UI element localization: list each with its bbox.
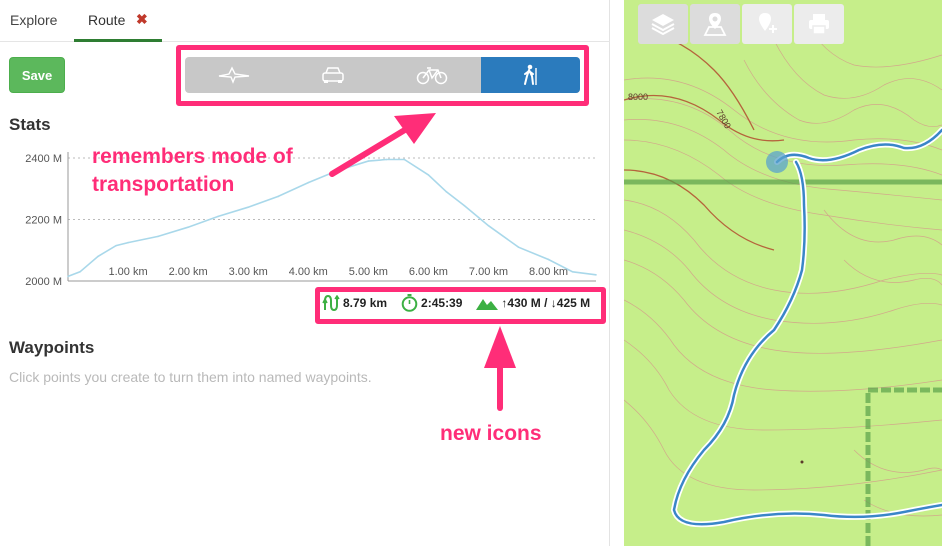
x-tick-label: 6.00 km — [409, 266, 448, 278]
y-tick-label: 2400 M — [25, 153, 62, 165]
elevation-point — [595, 274, 597, 276]
map-pin-icon — [703, 13, 727, 36]
icons-annotation-box — [315, 287, 606, 324]
elevation-point — [547, 258, 550, 261]
y-tick-label: 2200 M — [25, 215, 62, 227]
layers-button[interactable] — [638, 4, 688, 44]
add-waypoint-button[interactable] — [742, 4, 792, 44]
x-tick-label: 2.00 km — [169, 266, 208, 278]
x-tick-label: 5.00 km — [349, 266, 388, 278]
stats-heading: Stats — [9, 115, 51, 134]
current-location-marker[interactable] — [766, 151, 788, 173]
x-tick-label: 1.00 km — [108, 266, 147, 278]
map-view[interactable]: 8000 7800 — [624, 0, 942, 546]
close-icon[interactable]: ✖ — [136, 11, 148, 28]
elevation-point — [427, 174, 430, 176]
elevation-point — [571, 270, 574, 273]
x-tick-label: 7.00 km — [469, 266, 508, 278]
layers-icon — [651, 14, 675, 36]
elevation-point — [385, 158, 388, 161]
waypoints-description: Click points you create to turn them int… — [9, 369, 372, 385]
y-tick-label: 2000 M — [25, 276, 62, 288]
elevation-point — [115, 244, 117, 247]
elevation-point — [67, 275, 69, 278]
elevation-point — [247, 206, 250, 208]
x-tick-label: 4.00 km — [289, 266, 328, 278]
save-button[interactable]: Save — [9, 57, 65, 93]
waypoints-heading: Waypoints — [9, 338, 95, 357]
map-toolbar — [638, 4, 844, 44]
print-icon — [809, 14, 829, 35]
route-pin-button[interactable] — [690, 4, 740, 44]
add-pin-icon — [759, 13, 777, 33]
elevation-point — [187, 226, 189, 228]
elevation-point — [157, 235, 159, 238]
elevation-point — [367, 160, 370, 162]
elevation-point — [463, 204, 466, 207]
tab-route[interactable]: Route ✖ — [74, 0, 162, 42]
tab-explore[interactable]: Explore — [10, 12, 57, 28]
contour-label-8000: 8000 — [628, 92, 648, 102]
tab-route-label: Route — [88, 12, 126, 28]
mode-annotation-text: remembers mode of transportation — [92, 145, 293, 196]
tab-bar: Explore Route ✖ — [0, 0, 610, 42]
elevation-point — [79, 270, 81, 273]
mode-annotation-box — [176, 45, 589, 106]
icons-annotation-text: new icons — [440, 422, 542, 445]
elevation-point — [403, 158, 406, 161]
elevation-point — [487, 224, 490, 227]
elevation-point — [517, 246, 520, 248]
x-tick-label: 8.00 km — [529, 266, 568, 278]
print-button[interactable] — [794, 4, 844, 44]
elevation-point — [127, 241, 129, 244]
elevation-point — [217, 215, 219, 218]
topo-map[interactable]: 8000 7800 — [624, 0, 942, 546]
elevation-point — [337, 169, 340, 172]
app-root: Explore Route ✖ Save Stats 2400 M 2200 M… — [0, 0, 942, 546]
elevation-point — [445, 191, 448, 193]
x-tick-label: 3.00 km — [229, 266, 268, 278]
elevation-point — [97, 255, 99, 258]
